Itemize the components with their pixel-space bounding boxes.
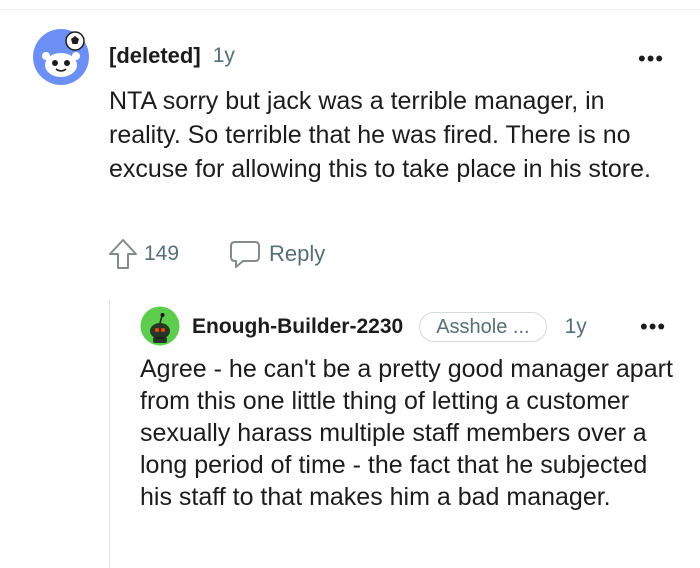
reply-username[interactable]: Enough-Builder-2230 xyxy=(192,315,403,339)
comment: [deleted] 1y ••• NTA sorry but jack was … xyxy=(0,0,700,568)
chat-bubble-icon xyxy=(230,241,261,268)
reply-meta: Enough-Builder-2230 Asshole ... 1y xyxy=(192,310,587,344)
comment-actions: 149 Reply xyxy=(108,235,325,273)
vote-score: 149 xyxy=(144,242,180,265)
upvote-button[interactable]: 149 xyxy=(108,238,179,270)
comment-meta: [deleted] 1y xyxy=(109,42,235,70)
reply-button[interactable]: Reply xyxy=(229,239,325,269)
reply-label: Reply xyxy=(269,241,326,266)
reply-time: 1y xyxy=(564,315,587,338)
comment-time: 1y xyxy=(212,44,235,67)
reply-user-avatar[interactable] xyxy=(140,306,180,346)
user-avatar[interactable] xyxy=(32,28,90,86)
reply-body: Agree - he can't be a pretty good manage… xyxy=(140,355,673,511)
upvote-arrow-icon xyxy=(109,239,137,269)
comment-body: NTA sorry but jack was a terrible manage… xyxy=(109,87,651,183)
more-options-icon[interactable]: ••• xyxy=(638,48,664,70)
snoo-avatar-icon xyxy=(33,29,89,85)
reply-more-options-icon[interactable]: ••• xyxy=(640,316,666,338)
snoo-avatar-icon xyxy=(140,306,180,346)
user-flair: Asshole ... xyxy=(419,312,547,342)
comment-username[interactable]: [deleted] xyxy=(109,43,201,69)
thread-line[interactable] xyxy=(109,300,110,568)
